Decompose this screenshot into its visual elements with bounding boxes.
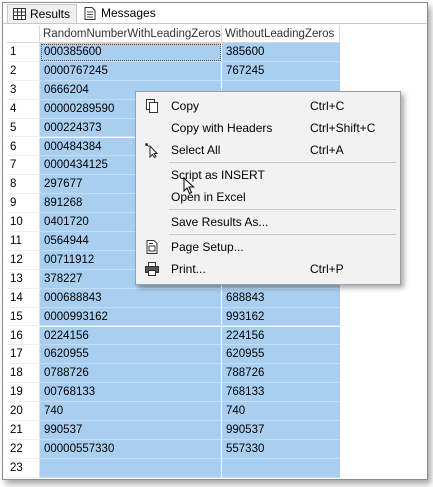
- tab-messages[interactable]: Messages: [79, 4, 157, 23]
- cell-without-leading-zeros[interactable]: 768133: [222, 383, 340, 403]
- cell-random-number[interactable]: 0000993162: [40, 307, 222, 327]
- row-number[interactable]: 9: [7, 194, 40, 214]
- row-number[interactable]: 14: [7, 288, 40, 308]
- printer-icon: [145, 262, 159, 276]
- menu-item-select-all[interactable]: Select All Ctrl+A: [136, 140, 400, 160]
- cell-without-leading-zeros[interactable]: 993162: [222, 307, 340, 327]
- cell-random-number[interactable]: [40, 458, 222, 478]
- messages-icon: [84, 7, 96, 20]
- row-number[interactable]: 12: [7, 250, 40, 270]
- cell-without-leading-zeros[interactable]: 620955: [222, 345, 340, 365]
- table-row[interactable]: 23: [7, 458, 340, 478]
- cell-random-number[interactable]: 0000767245: [40, 61, 222, 81]
- row-number[interactable]: 8: [7, 175, 40, 195]
- menu-item-label: Page Setup...: [171, 240, 244, 254]
- row-number[interactable]: 18: [7, 364, 40, 384]
- cell-without-leading-zeros[interactable]: 385600: [222, 43, 340, 62]
- menu-item-print[interactable]: Print... Ctrl+P: [136, 259, 400, 279]
- cell-random-number[interactable]: 990537: [40, 421, 222, 440]
- table-row[interactable]: 17 0620955 620955: [7, 345, 340, 365]
- page-setup-icon: [146, 240, 158, 254]
- cell-random-number[interactable]: 0788726: [40, 364, 222, 384]
- row-number[interactable]: 11: [7, 232, 40, 251]
- cell-without-leading-zeros[interactable]: 740: [222, 402, 340, 421]
- row-number[interactable]: 16: [7, 326, 40, 346]
- row-number[interactable]: 22: [7, 439, 40, 459]
- table-row[interactable]: 22 00000557330 557330: [7, 439, 340, 459]
- cell-random-number[interactable]: 00768133: [40, 383, 222, 403]
- row-number[interactable]: 15: [7, 307, 40, 327]
- menu-item-copy[interactable]: Copy Ctrl+C: [136, 96, 400, 116]
- cell-without-leading-zeros[interactable]: 688843: [222, 288, 340, 308]
- row-number[interactable]: 3: [7, 80, 40, 100]
- copy-icon: [146, 99, 158, 113]
- grid-icon: [13, 8, 26, 20]
- cell-without-leading-zeros[interactable]: 990537: [222, 421, 340, 440]
- row-number[interactable]: 21: [7, 421, 40, 440]
- row-number[interactable]: 6: [7, 137, 40, 157]
- menu-separator: [169, 162, 396, 163]
- cell-random-number[interactable]: 0224156: [40, 326, 222, 346]
- menu-item-label: Save Results As...: [171, 215, 269, 229]
- mouse-pointer-icon: [183, 177, 195, 195]
- table-row[interactable]: 18 0788726 788726: [7, 364, 340, 384]
- row-number[interactable]: 1: [7, 43, 40, 62]
- cell-random-number[interactable]: 0620955: [40, 345, 222, 365]
- row-number[interactable]: 13: [7, 269, 40, 289]
- row-number[interactable]: 17: [7, 345, 40, 365]
- cell-random-number[interactable]: 00000557330: [40, 439, 222, 459]
- menu-item-page-setup[interactable]: Page Setup...: [136, 237, 400, 257]
- column-header-without-leading-zeros[interactable]: WithoutLeadingZeros: [222, 25, 340, 43]
- tab-messages-label: Messages: [101, 6, 156, 20]
- menu-item-shortcut: Ctrl+Shift+C: [310, 121, 376, 135]
- menu-separator: [169, 209, 396, 210]
- row-number[interactable]: 7: [7, 156, 40, 176]
- table-row[interactable]: 1 000385600 385600: [7, 43, 340, 62]
- cell-random-number[interactable]: 000385600: [40, 43, 222, 62]
- tab-results[interactable]: Results: [7, 4, 77, 23]
- column-header-random-number[interactable]: RandomNumberWithLeadingZeros: [40, 25, 222, 43]
- row-number[interactable]: 2: [7, 61, 40, 81]
- table-row[interactable]: 2 0000767245 767245: [7, 61, 340, 81]
- table-row[interactable]: 15 0000993162 993162: [7, 307, 340, 327]
- table-row[interactable]: 19 00768133 768133: [7, 383, 340, 403]
- row-number[interactable]: 10: [7, 213, 40, 232]
- menu-item-save-results-as[interactable]: Save Results As...: [136, 212, 400, 232]
- row-number[interactable]: 19: [7, 383, 40, 403]
- table-row[interactable]: 16 0224156 224156: [7, 326, 340, 346]
- table-row[interactable]: 20 740 740: [7, 402, 340, 421]
- cell-without-leading-zeros[interactable]: [222, 458, 340, 478]
- menu-item-label: Copy: [171, 99, 200, 113]
- menu-item-shortcut: Ctrl+C: [310, 99, 345, 113]
- select-all-icon: [145, 143, 159, 158]
- row-number[interactable]: 23: [7, 458, 40, 478]
- table-row[interactable]: 14 000688843 688843: [7, 288, 340, 308]
- menu-separator: [169, 234, 396, 235]
- menu-item-shortcut: Ctrl+P: [310, 262, 344, 276]
- row-number[interactable]: 5: [7, 118, 40, 138]
- tab-bar: Results Messages: [3, 3, 427, 24]
- menu-item-open-in-excel[interactable]: Open in Excel: [136, 187, 400, 207]
- cell-without-leading-zeros[interactable]: 224156: [222, 326, 340, 346]
- results-pane: Results Messages RandomNumberWithLeading…: [2, 2, 428, 480]
- cell-without-leading-zeros[interactable]: 767245: [222, 61, 340, 81]
- cell-random-number[interactable]: 740: [40, 402, 222, 421]
- menu-item-label: Select All: [171, 143, 221, 157]
- table-row[interactable]: 21 990537 990537: [7, 421, 340, 440]
- cell-random-number[interactable]: 000688843: [40, 288, 222, 308]
- cell-without-leading-zeros[interactable]: 788726: [222, 364, 340, 384]
- row-number[interactable]: 4: [7, 99, 40, 119]
- row-number-header[interactable]: [7, 25, 40, 43]
- context-menu: Copy Ctrl+C Copy with Headers Ctrl+Shift…: [135, 91, 401, 285]
- menu-item-copy-with-headers[interactable]: Copy with Headers Ctrl+Shift+C: [136, 118, 400, 138]
- menu-item-script-as-insert[interactable]: Script as INSERT: [136, 165, 400, 185]
- tab-results-label: Results: [30, 7, 71, 21]
- row-number[interactable]: 20: [7, 402, 40, 421]
- menu-item-label: Print...: [171, 262, 206, 276]
- menu-item-label: Copy with Headers: [171, 121, 273, 135]
- cell-without-leading-zeros[interactable]: 557330: [222, 439, 340, 459]
- menu-item-shortcut: Ctrl+A: [310, 143, 344, 157]
